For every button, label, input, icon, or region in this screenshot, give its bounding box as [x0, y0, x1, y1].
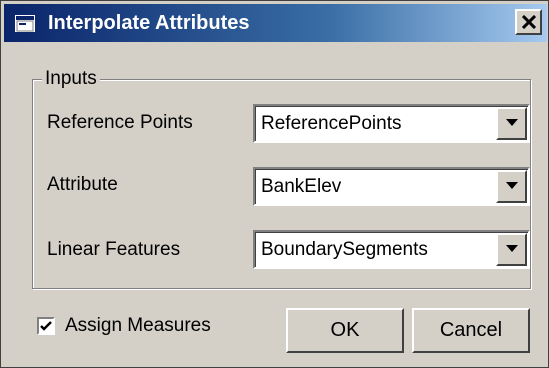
inputs-group-label: Inputs	[42, 68, 100, 90]
linear-features-label: Linear Features	[47, 239, 181, 260]
ok-button[interactable]: OK	[286, 308, 404, 353]
attribute-value: BankElev	[261, 176, 342, 197]
assign-measures-label[interactable]: Assign Measures	[65, 314, 211, 338]
linear-features-dropdown[interactable]: BoundarySegments	[253, 230, 530, 269]
attribute-dropdown-button[interactable]	[496, 170, 527, 203]
reference-points-dropdown-button[interactable]	[496, 107, 527, 140]
title-bar[interactable]: Interpolate Attributes	[4, 4, 547, 42]
dialog-title: Interpolate Attributes	[48, 12, 250, 34]
assign-measures-checkbox[interactable]	[37, 317, 55, 335]
reference-points-value: ReferencePoints	[261, 113, 402, 134]
interpolate-attributes-dialog: Interpolate Attributes Inputs Reference …	[0, 0, 549, 368]
linear-features-dropdown-button[interactable]	[496, 233, 527, 266]
attribute-label: Attribute	[47, 174, 118, 195]
cancel-button[interactable]: Cancel	[412, 308, 530, 353]
linear-features-value: BoundarySegments	[261, 239, 428, 260]
reference-points-dropdown[interactable]: ReferencePoints	[253, 104, 530, 143]
app-window-icon	[15, 15, 35, 32]
close-button[interactable]	[515, 9, 542, 35]
attribute-dropdown[interactable]: BankElev	[253, 167, 530, 206]
reference-points-label: Reference Points	[47, 112, 193, 133]
